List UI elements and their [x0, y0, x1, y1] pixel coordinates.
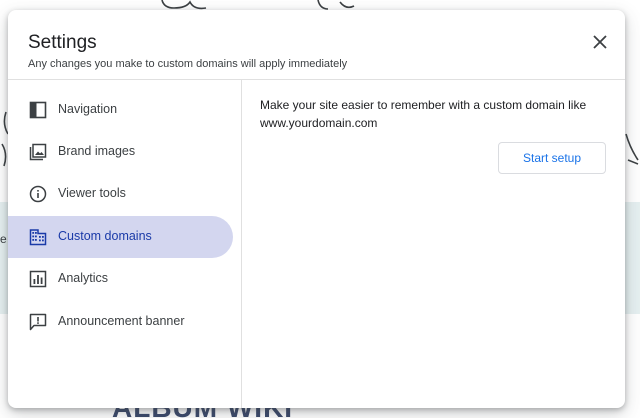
sidebar-item-label: Brand images	[58, 144, 136, 158]
settings-sidebar: Navigation Brand images Viewer tools Cus…	[8, 80, 242, 408]
custom-domains-panel: Make your site easier to remember with a…	[260, 96, 612, 132]
sidebar-item-analytics[interactable]: Analytics	[8, 258, 233, 300]
sidebar-item-brand-images[interactable]: Brand images	[8, 131, 233, 173]
sidebar-item-viewer-tools[interactable]: Viewer tools	[8, 173, 233, 215]
dialog-title: Settings	[28, 32, 97, 53]
navigation-icon	[29, 101, 47, 119]
close-icon	[593, 35, 607, 49]
background-sketch-right	[625, 133, 639, 165]
sidebar-item-label: Custom domains	[58, 229, 152, 243]
brand-images-icon	[29, 143, 47, 161]
background-band-text: e	[0, 232, 7, 246]
sidebar-item-label: Viewer tools	[58, 186, 126, 200]
analytics-icon	[29, 270, 47, 288]
sidebar-item-label: Navigation	[58, 102, 118, 116]
sidebar-item-label: Analytics	[58, 271, 109, 285]
custom-domain-description: Make your site easier to remember with a…	[260, 98, 587, 130]
sidebar-item-announcement-banner[interactable]: Announcement banner	[8, 301, 233, 343]
sidebar-item-navigation[interactable]: Navigation	[8, 89, 233, 131]
info-icon	[29, 185, 47, 203]
announcement-icon	[29, 313, 47, 331]
start-setup-button[interactable]: Start setup	[498, 142, 606, 174]
close-button[interactable]	[589, 31, 611, 53]
settings-dialog: Settings Any changes you make to custom …	[8, 10, 625, 408]
dialog-subtitle: Any changes you make to custom domains w…	[28, 58, 348, 70]
sidebar-item-label: Announcement banner	[58, 314, 185, 328]
dialog-header: Settings Any changes you make to custom …	[8, 10, 625, 80]
sidebar-item-custom-domains[interactable]: Custom domains	[8, 216, 233, 258]
domain-icon	[29, 228, 47, 246]
